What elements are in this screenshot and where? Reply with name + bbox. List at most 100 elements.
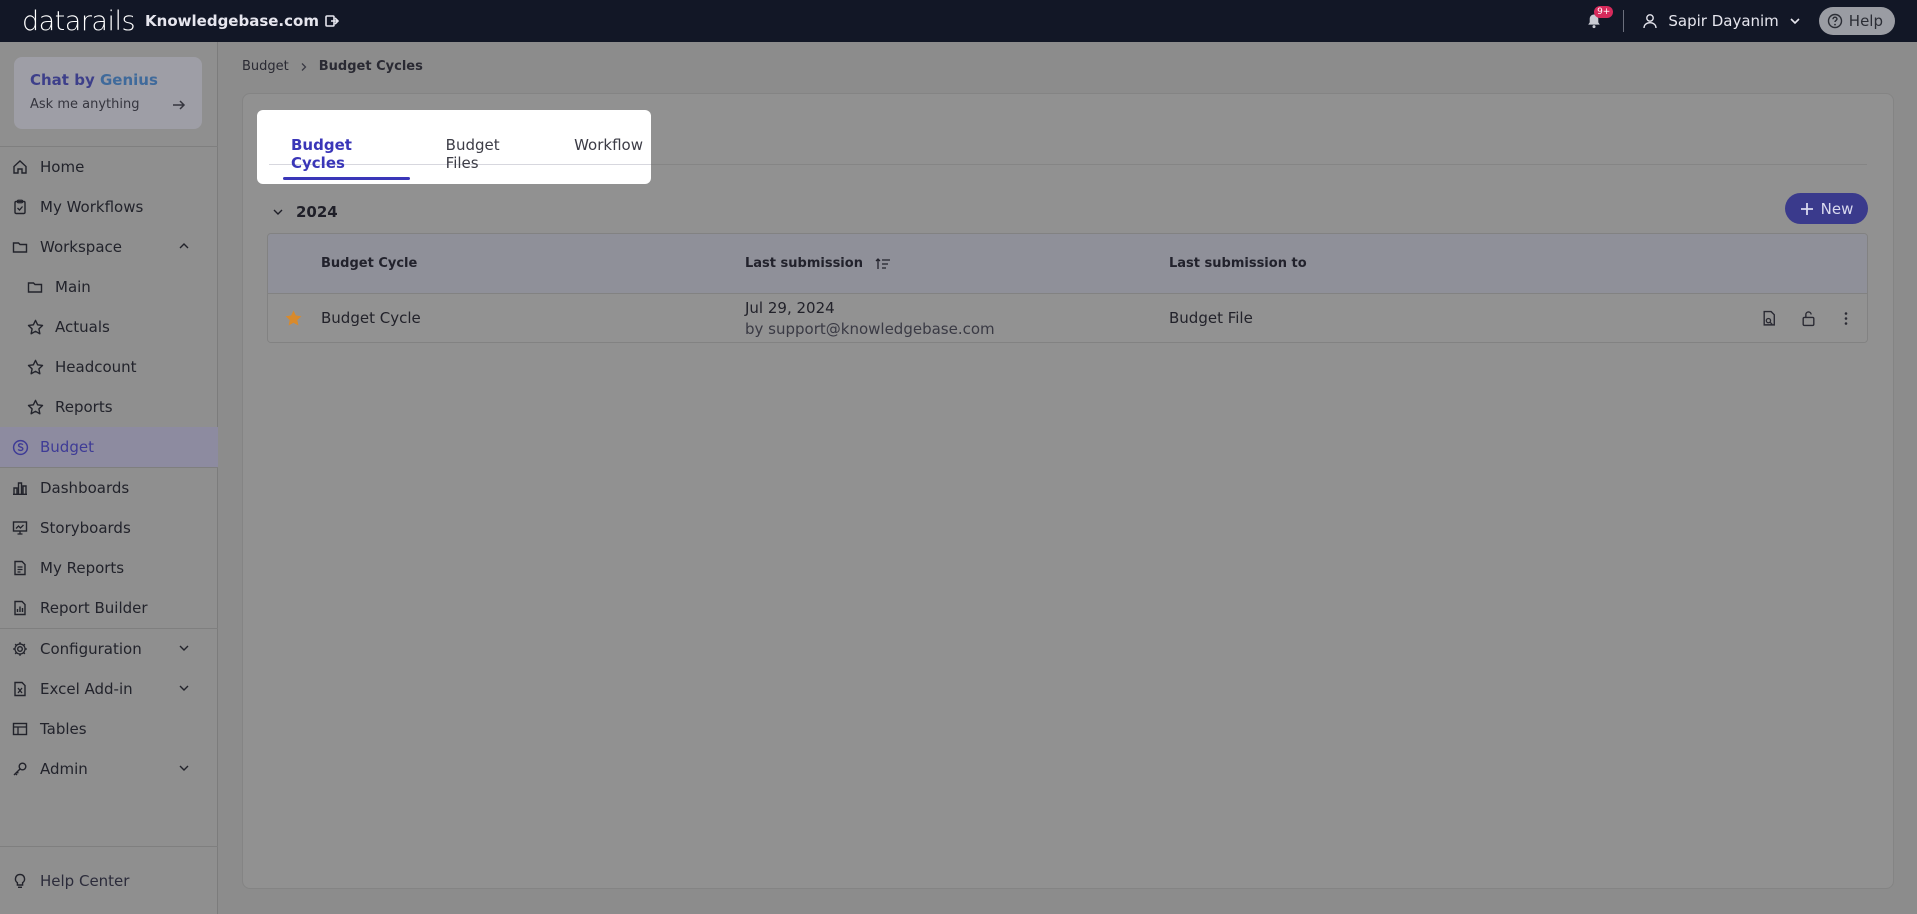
budget-icon <box>12 439 28 455</box>
breadcrumb-current: Budget Cycles <box>318 59 423 74</box>
column-header-label: Last submission to <box>1169 256 1307 271</box>
tab-budget-cycles[interactable]: Budget Cycles <box>283 136 410 180</box>
column-header-label: Budget Cycle <box>321 256 418 271</box>
sidebar-item-actuals[interactable]: Actuals <box>0 307 218 347</box>
tab-workflow[interactable]: Workflow <box>566 136 651 180</box>
user-name: Sapir Dayanim <box>1668 12 1779 30</box>
key-icon <box>13 762 27 776</box>
table-icon <box>12 722 28 736</box>
column-header-label: Last submission <box>745 256 863 271</box>
chat-genius-box[interactable]: Chat by Genius Ask me anything <box>14 57 202 129</box>
tabs: Budget Cycles Budget Files Workflow <box>283 136 651 180</box>
excel-icon <box>14 681 26 697</box>
sidebar-item-label: Admin <box>40 760 88 778</box>
home-icon <box>13 160 27 174</box>
breadcrumb-parent[interactable]: Budget <box>242 59 289 74</box>
column-header-budget-cycle[interactable]: Budget Cycle <box>321 256 417 271</box>
sidebar-item-help-center[interactable]: Help Center <box>0 846 218 914</box>
sort-icon[interactable] <box>875 257 891 270</box>
help-center-label: Help Center <box>40 871 130 890</box>
chat-title-brand: Genius <box>99 71 158 89</box>
last-submission-date: Jul 29, 2024 <box>745 299 835 317</box>
report-builder-icon <box>14 600 26 616</box>
help-button[interactable]: Help <box>1818 7 1895 35</box>
year-group-toggle[interactable]: 2024 <box>272 203 338 221</box>
new-button-label: New <box>1820 199 1854 218</box>
sidebar-item-home[interactable]: Home <box>0 147 218 187</box>
plus-icon <box>1800 202 1813 215</box>
sidebar-item-headcount[interactable]: Headcount <box>0 347 218 387</box>
tab-budget-files[interactable]: Budget Files <box>438 136 538 180</box>
sidebar-item-my-workflows[interactable]: My Workflows <box>0 187 218 227</box>
sidebar-item-dashboards[interactable]: Dashboards <box>0 468 218 508</box>
chevron-down-icon[interactable] <box>178 642 190 654</box>
sidebar-item-label: Storyboards <box>40 519 131 537</box>
sidebar-item-report-builder[interactable]: Report Builder <box>0 588 218 628</box>
sidebar-item-label: Actuals <box>55 318 110 336</box>
company-domain[interactable]: Knowledgebase.com <box>145 12 339 30</box>
tabs-card: Budget Cycles Budget Files Workflow <box>257 110 651 184</box>
sidebar-item-label: Home <box>40 158 85 176</box>
last-submission-to[interactable]: Budget File <box>1169 309 1253 327</box>
more-vertical-icon[interactable] <box>1839 310 1853 327</box>
bar-chart-icon <box>13 482 27 495</box>
sidebar-item-reports[interactable]: Reports <box>0 387 218 427</box>
main-panel <box>242 93 1894 889</box>
unlock-icon[interactable] <box>1800 310 1817 327</box>
sidebar-item-label: My Workflows <box>40 198 144 216</box>
sidebar-item-workspace[interactable]: Workspace <box>0 227 218 267</box>
star-icon <box>27 319 43 334</box>
sidebar-item-label: Reports <box>55 398 113 416</box>
sidebar-item-excel-add-in[interactable]: Excel Add-in <box>0 669 218 709</box>
lightbulb-icon <box>14 873 26 888</box>
chevron-down-icon[interactable] <box>178 762 190 774</box>
favorite-star-icon[interactable] <box>284 309 303 328</box>
clipboard-icon <box>14 199 26 215</box>
column-header-last-submission-to[interactable]: Last submission to <box>1169 256 1307 271</box>
sidebar-item-admin[interactable]: Admin <box>0 749 218 789</box>
file-search-icon[interactable] <box>1761 310 1778 327</box>
sidebar-item-label: Excel Add-in <box>40 680 133 698</box>
chevron-up-icon[interactable] <box>178 240 190 252</box>
document-icon <box>14 560 26 576</box>
top-right-controls: 9+ Sapir Dayanim Help <box>1583 0 1895 42</box>
chevron-right-icon <box>301 62 307 71</box>
year-label: 2024 <box>296 203 338 221</box>
chevron-down-icon <box>273 209 283 215</box>
sidebar-item-label: Dashboards <box>40 479 130 497</box>
table-row[interactable]: Budget Cycle Jul 29, 2024 by support@kno… <box>268 294 1867 342</box>
star-icon <box>27 399 43 414</box>
chat-placeholder: Ask me anything <box>30 97 140 112</box>
company-domain-label: Knowledgebase.com <box>145 12 319 30</box>
sidebar-item-label: Budget <box>40 438 94 456</box>
sidebar-item-main[interactable]: Main <box>0 267 218 307</box>
notifications-badge: 9+ <box>1594 6 1614 18</box>
budget-cycle-name[interactable]: Budget Cycle <box>321 309 421 327</box>
top-divider <box>1623 10 1625 32</box>
new-button[interactable]: New <box>1785 193 1868 224</box>
user-menu[interactable]: Sapir Dayanim <box>1642 12 1800 30</box>
top-bar: datarails Knowledgebase.com 9+ Sapir Day… <box>0 0 1917 42</box>
datarails-logo[interactable]: datarails <box>22 6 136 37</box>
sidebar-item-my-reports[interactable]: My Reports <box>0 548 218 588</box>
sidebar-item-label: Headcount <box>55 358 137 376</box>
chevron-down-icon[interactable] <box>178 682 190 694</box>
user-icon <box>1643 14 1658 29</box>
sidebar-item-budget[interactable]: Budget <box>0 427 218 467</box>
chevron-down-icon <box>1790 18 1800 25</box>
chat-input[interactable]: Ask me anything <box>30 97 186 112</box>
folder-icon <box>27 282 43 293</box>
presentation-icon <box>12 521 28 535</box>
sidebar-item-label: Main <box>55 278 91 296</box>
sidebar-item-storyboards[interactable]: Storyboards <box>0 508 218 548</box>
sidebar-item-tables[interactable]: Tables <box>0 709 218 749</box>
column-header-last-submission[interactable]: Last submission <box>745 256 891 271</box>
row-actions <box>1761 310 1853 327</box>
arrow-right-icon[interactable] <box>172 98 186 112</box>
notifications-button[interactable]: 9+ <box>1583 6 1614 32</box>
tabs-divider <box>651 164 1867 165</box>
help-label: Help <box>1848 12 1883 30</box>
sidebar-item-configuration[interactable]: Configuration <box>0 629 218 669</box>
star-icon <box>27 359 43 374</box>
sidebar-item-label: My Reports <box>40 559 125 577</box>
